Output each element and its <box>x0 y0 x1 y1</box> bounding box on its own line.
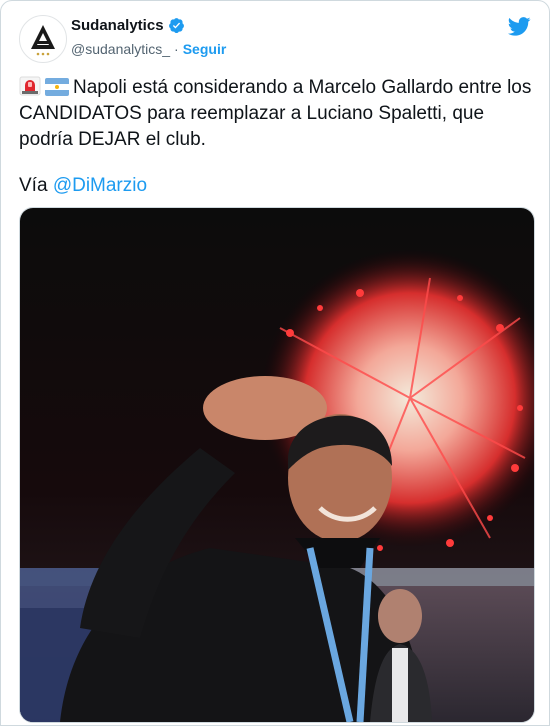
tweet-text: Napoli está considerando a Marcelo Galla… <box>19 75 534 153</box>
handle[interactable]: @sudanalytics_ <box>71 41 170 57</box>
tweet-photo[interactable] <box>19 207 535 723</box>
mention-link[interactable]: @DiMarzio <box>53 175 147 196</box>
display-name[interactable]: Sudanalytics <box>71 17 164 34</box>
handle-row: @sudanalytics_ · Seguir <box>71 41 226 57</box>
via-line: Vía @DiMarzio <box>19 173 147 199</box>
verified-badge-icon <box>168 18 184 33</box>
separator-dot: · <box>174 41 179 57</box>
follow-button[interactable]: Seguir <box>183 41 227 57</box>
photo-image <box>20 208 534 722</box>
avatar[interactable] <box>19 15 67 63</box>
name-row: Sudanalytics <box>71 17 185 34</box>
tweet-body-text: Napoli está considerando a Marcelo Galla… <box>19 77 532 150</box>
argentina-flag-icon <box>45 78 69 96</box>
twitter-bird-icon[interactable] <box>508 17 531 36</box>
logo-avatar-icon <box>21 17 65 61</box>
via-prefix: Vía <box>19 175 53 196</box>
siren-emoji-icon <box>19 76 41 96</box>
tweet-card: Sudanalytics @sudanalytics_ · Seguir Napol… <box>0 0 550 726</box>
